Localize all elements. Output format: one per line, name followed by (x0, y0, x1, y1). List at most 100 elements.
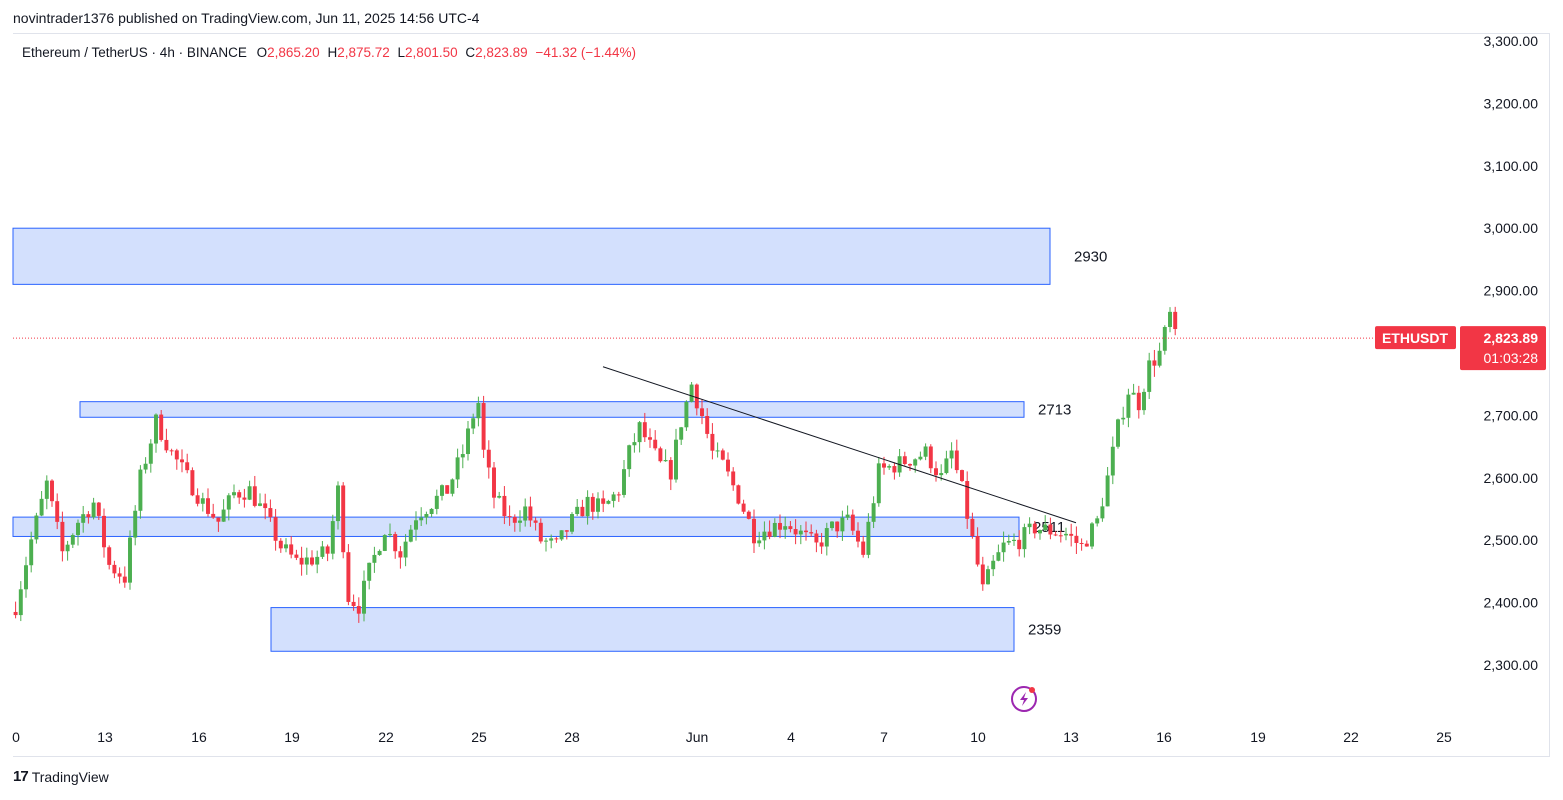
candle-body (1105, 475, 1110, 507)
candle-body (460, 454, 465, 458)
candle-body (159, 414, 164, 440)
candle-body (180, 459, 184, 463)
candle-body (1048, 524, 1053, 535)
time-tick-label: 28 (564, 729, 580, 745)
candle-body (788, 526, 793, 530)
candle-body (752, 518, 756, 544)
candle-body (440, 485, 444, 496)
price-tick-label: 3,300.00 (1484, 33, 1539, 49)
candle-body (642, 422, 647, 438)
candle-body (1131, 392, 1136, 395)
candle-body (1168, 311, 1172, 327)
candle-body (632, 442, 637, 446)
candle-body (908, 464, 912, 466)
candle-body (408, 529, 413, 542)
zone-2930 (12, 227, 1051, 285)
candle-body (320, 546, 325, 557)
price-chart[interactable]: 2930271325112359 3,300.003,200.003,100.0… (0, 0, 1563, 800)
candle-body (377, 550, 382, 555)
candle-body (507, 516, 512, 518)
time-tick-label: Jun (686, 729, 709, 745)
footer: 17 TradingView (13, 768, 109, 785)
candle-body (304, 557, 309, 565)
candle-body (538, 522, 543, 542)
zone-label-2359: 2359 (1028, 621, 1061, 638)
candle-body (559, 530, 564, 540)
candle-body (195, 495, 200, 504)
candle-body (91, 502, 96, 518)
price-tick-label: 2,500.00 (1484, 532, 1539, 548)
price-tag-value: 2,823.89 (1484, 330, 1539, 346)
candle-body (523, 506, 528, 521)
candle-body (268, 508, 273, 518)
zone-label-2713: 2713 (1038, 401, 1071, 418)
candle-body (1032, 523, 1037, 534)
candle-body (445, 485, 450, 494)
time-tick-label: 0 (12, 729, 20, 745)
candle-body (86, 514, 91, 518)
candle-body (518, 520, 522, 523)
lines-layer (13, 337, 1456, 524)
candle-body (1043, 524, 1048, 531)
zone-label-2930: 2930 (1074, 248, 1107, 265)
candle-body (648, 437, 652, 440)
candle-body (1053, 534, 1058, 536)
candle-body (824, 528, 829, 547)
candle-body (362, 580, 366, 614)
time-tick-label: 16 (191, 729, 207, 745)
candle-body (190, 470, 195, 496)
candle-body (1012, 539, 1016, 541)
candle-body (39, 498, 44, 516)
candle-body (856, 530, 860, 542)
candle-body (372, 554, 377, 563)
candle-body (273, 517, 278, 541)
time-tick-label: 10 (970, 729, 986, 745)
candle-body (237, 492, 242, 498)
price-tick-label: 2,400.00 (1484, 595, 1539, 611)
zone-2713 (79, 401, 1025, 418)
candles-layer (13, 306, 1178, 623)
candle-body (876, 463, 881, 504)
candle-body (216, 517, 221, 522)
candle-body (663, 460, 668, 462)
footer-brand[interactable]: TradingView (32, 769, 109, 785)
candle-body (44, 480, 49, 499)
candle-body (819, 542, 824, 547)
candle-body (778, 522, 782, 530)
candle-body (1074, 535, 1079, 543)
candle-body (284, 544, 288, 549)
candle-body (247, 486, 252, 500)
candle-body (585, 496, 590, 517)
candle-body (356, 605, 361, 614)
candle-body (1142, 391, 1146, 411)
candle-body (554, 538, 559, 540)
candle-body (970, 518, 975, 537)
candle-body (398, 551, 403, 558)
candle-body (1110, 446, 1115, 476)
candle-body (55, 501, 60, 522)
candle-body (1090, 523, 1094, 547)
time-tick-label: 13 (97, 729, 113, 745)
candle-body (944, 458, 949, 474)
candle-body (861, 541, 866, 555)
candle-body (986, 569, 990, 585)
candle-body (133, 510, 138, 538)
candle-body (76, 522, 80, 536)
candle-body (1095, 518, 1100, 524)
candle-body (497, 495, 502, 498)
candle-body (902, 456, 907, 465)
candle-body (1126, 394, 1131, 418)
candle-body (954, 450, 959, 471)
candle-body (112, 564, 117, 574)
candle-body (1006, 540, 1011, 543)
time-tick-label: 4 (787, 729, 795, 745)
candle-body (674, 439, 678, 480)
candle-body (611, 494, 616, 501)
tradingview-logo-icon[interactable]: 17 (13, 768, 29, 785)
zone-2359 (270, 607, 1015, 652)
candle-body (122, 576, 127, 583)
candle-body (601, 498, 606, 504)
candle-body (206, 498, 210, 514)
candle-body (767, 531, 772, 537)
candle-body (772, 522, 777, 537)
